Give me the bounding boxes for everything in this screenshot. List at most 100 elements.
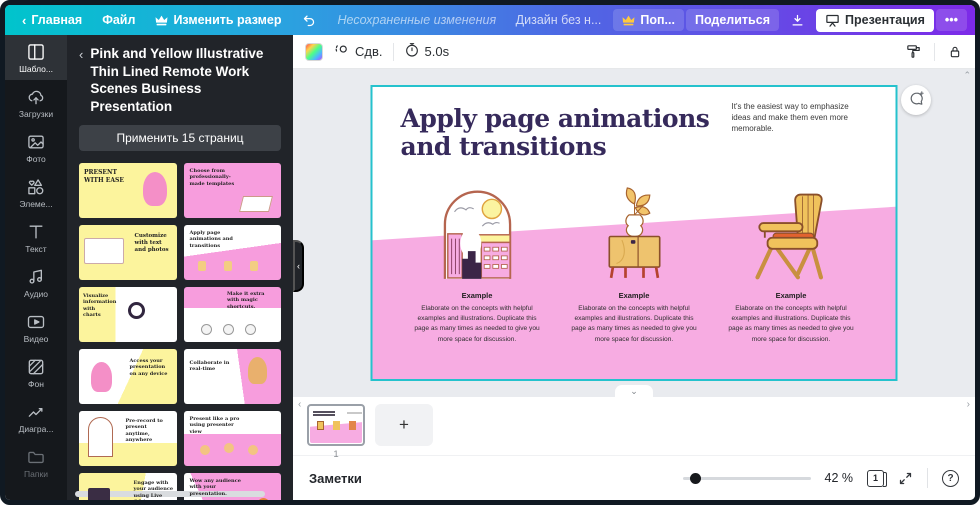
rail-item-elements[interactable]: Элеме...: [5, 170, 67, 215]
slide-column: Example Elaborate on the concepts with he…: [713, 177, 870, 345]
file-menu-button[interactable]: Файл: [93, 9, 144, 31]
slide-column: Example Elaborate on the concepts with he…: [556, 177, 713, 345]
slide-page[interactable]: Apply page animations and transitions It…: [371, 85, 898, 381]
thumbnail-title: Customize with text and photos: [135, 233, 173, 254]
example-heading[interactable]: Example: [462, 291, 493, 300]
share-button[interactable]: Поделиться: [686, 9, 779, 31]
pages-view-button[interactable]: 1: [867, 470, 884, 487]
help-button[interactable]: ?: [942, 470, 959, 487]
resize-button[interactable]: Изменить размер: [146, 9, 290, 31]
apply-all-pages-button[interactable]: Применить 15 страниц: [79, 125, 281, 151]
slide-title[interactable]: Apply page animations and transitions: [401, 105, 741, 160]
crown-icon: [155, 15, 168, 26]
background-icon: [26, 357, 46, 377]
template-thumbnail[interactable]: Present like a pro using presenter view: [184, 411, 282, 466]
template-thumbnail[interactable]: Apply page animations and transitions: [184, 225, 282, 280]
rail-item-photos[interactable]: Фото: [5, 125, 67, 170]
upgrade-button[interactable]: Поп...: [613, 9, 684, 31]
paint-roller-button[interactable]: [905, 43, 922, 60]
slide-column: Example Elaborate on the concepts with he…: [399, 177, 556, 345]
more-button[interactable]: •••: [936, 9, 967, 31]
rail-item-video[interactable]: Видео: [5, 305, 67, 350]
rail-item-charts[interactable]: Диагра...: [5, 395, 67, 440]
template-thumbnail[interactable]: Choose from professionally-made template…: [184, 163, 282, 218]
download-button[interactable]: [781, 9, 814, 32]
add-page-button[interactable]: +: [375, 404, 433, 446]
template-thumbnail[interactable]: Visualize information with charts: [79, 287, 177, 342]
thumbnail-illustration: [143, 172, 167, 206]
thumbnail-illustration: [88, 417, 113, 457]
photos-icon: [26, 132, 46, 152]
template-thumbnail[interactable]: Customize with text and photos: [79, 225, 177, 280]
rail-item-text[interactable]: Текст: [5, 215, 67, 260]
folders-icon: [26, 447, 46, 467]
slide-subtitle[interactable]: It's the easiest way to emphasize ideas …: [732, 101, 864, 135]
armchair-illustration[interactable]: [745, 177, 837, 282]
add-comment-button[interactable]: [901, 85, 931, 115]
undo-button[interactable]: [293, 9, 326, 32]
template-thumbnail[interactable]: Wow any audience with your presentation.: [184, 473, 282, 500]
thumbnail-title: Engage with your audience using Live Q&A: [134, 480, 174, 500]
arch-window-illustration[interactable]: [431, 177, 523, 282]
panel-back-button[interactable]: ‹: [79, 45, 83, 64]
presentation-icon: [825, 13, 840, 28]
top-bar: ‹ Главная Файл Изменить размер Несохране…: [5, 5, 975, 35]
template-thumbnail[interactable]: Collaborate in real-time: [184, 349, 282, 404]
topbar-right: Дизайн без н... Поп... Поделиться Презен…: [516, 9, 967, 32]
notes-button[interactable]: Заметки: [309, 471, 362, 486]
example-heading[interactable]: Example: [776, 291, 807, 300]
elements-icon: [26, 177, 46, 197]
rail-item-audio[interactable]: Аудио: [5, 260, 67, 305]
template-thumbnail[interactable]: PRESENT WITH EASE: [79, 163, 177, 218]
uploads-icon: [26, 87, 46, 107]
template-thumbnail[interactable]: Make it extra with magic shortcuts.: [184, 287, 282, 342]
thumbnail-title: Apply page animations and transitions: [190, 230, 236, 249]
audio-icon: [26, 267, 46, 287]
thumbnail-title: Pre-record to present anytime, anywhere: [126, 418, 172, 443]
rail-item-label: Шабло...: [19, 64, 53, 74]
zoom-value[interactable]: 42 %: [825, 471, 854, 485]
rail-item-background[interactable]: Фон: [5, 350, 67, 395]
panel-collapse-button[interactable]: ‹: [293, 240, 304, 292]
lock-button[interactable]: [947, 44, 963, 60]
charts-icon: [26, 402, 46, 422]
thumbnail-illustration: [200, 445, 210, 455]
template-thumbnail[interactable]: Pre-record to present anytime, anywhere: [79, 411, 177, 466]
duration-button[interactable]: 5.0s: [404, 42, 450, 61]
status-right: 42 % 1 ?: [683, 468, 960, 488]
zoom-slider[interactable]: [683, 477, 811, 480]
back-chevron-icon: ‹: [22, 13, 26, 28]
panel-header: ‹ Pink and Yellow Illustrative Thin Line…: [79, 45, 281, 115]
scroll-up-icon[interactable]: ⌃: [963, 70, 971, 81]
example-body[interactable]: Elaborate on the concepts with helpful e…: [724, 304, 858, 345]
example-body[interactable]: Elaborate on the concepts with helpful e…: [410, 304, 544, 345]
rail-item-templates[interactable]: Шабло...: [5, 35, 67, 80]
home-button[interactable]: ‹ Главная: [13, 9, 91, 32]
fullscreen-button[interactable]: [898, 471, 913, 486]
cabinet-vase-illustration[interactable]: [598, 177, 670, 282]
animate-button[interactable]: Сдв.: [333, 42, 383, 62]
rail-item-label: Диагра...: [19, 424, 54, 434]
background-color-swatch[interactable]: [305, 43, 323, 61]
template-thumbnail-grid: PRESENT WITH EASEChoose from professiona…: [79, 163, 281, 500]
download-icon: [790, 13, 805, 28]
zoom-slider-knob[interactable]: [690, 473, 701, 484]
thumbnail-illustration: [198, 261, 206, 271]
template-thumbnail[interactable]: Access your presentation on any device: [79, 349, 177, 404]
example-heading[interactable]: Example: [619, 291, 650, 300]
topbar-left: ‹ Главная Файл Изменить размер Несохране…: [13, 9, 496, 32]
example-body[interactable]: Elaborate on the concepts with helpful e…: [567, 304, 701, 345]
page-thumbnail-selected[interactable]: [307, 404, 365, 446]
thumbnail-title: Wow any audience with your presentation.: [190, 478, 242, 497]
canvas-column: ‹ Сдв. 5.0s ⌃: [293, 35, 975, 500]
thumbnail-illustration: [239, 196, 273, 212]
thumbnail-illustration: [84, 238, 124, 264]
design-title[interactable]: Дизайн без н...: [516, 13, 602, 27]
thumbnail-title: Collaborate in real-time: [190, 360, 230, 373]
rail-item-folders[interactable]: Папки: [5, 440, 67, 485]
collapse-filmstrip-button[interactable]: ⌄: [615, 385, 653, 397]
thumbnail-illustration: [202, 325, 211, 334]
timer-icon: [404, 42, 420, 61]
rail-item-uploads[interactable]: Загрузки: [5, 80, 67, 125]
present-button[interactable]: Презентация: [816, 9, 934, 32]
